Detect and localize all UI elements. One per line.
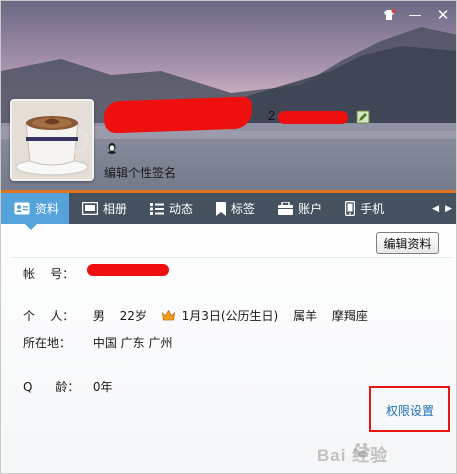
profile-window: — ✕ 2 编辑个性签名 资料 相册 动态 标签 账户 手机 ◀ ▶ 编辑资料 …: [0, 0, 457, 474]
coffee-cup-image: [12, 101, 92, 179]
tab-feed-label: 动态: [169, 202, 194, 216]
nickname-redaction: [103, 96, 253, 134]
profile-card-icon: [14, 202, 30, 215]
qage-row: Q 龄： 0年: [23, 378, 123, 395]
profile-banner: — ✕ 2 编辑个性签名: [1, 1, 456, 191]
feed-icon: [150, 202, 165, 215]
signature-edit[interactable]: 编辑个性签名: [104, 164, 176, 181]
age-value: 22岁: [119, 309, 147, 323]
tab-account-label: 账户: [298, 202, 323, 216]
skin-button[interactable]: [376, 1, 402, 29]
gender-value: 男: [92, 309, 105, 323]
qage-label: Q 龄：: [23, 380, 80, 394]
edit-pencil-icon[interactable]: [356, 110, 370, 124]
skin-icon: [384, 9, 396, 20]
tab-feed[interactable]: 动态: [137, 193, 203, 224]
crown-icon: [161, 310, 175, 321]
zodiac-value: 属羊: [293, 309, 318, 323]
location-label: 所在地：: [23, 336, 72, 350]
constellation-value: 摩羯座: [331, 309, 368, 323]
tab-phone-label: 手机: [360, 202, 385, 216]
tab-album[interactable]: 相册: [69, 193, 137, 224]
tab-album-label: 相册: [103, 202, 128, 216]
location-row: 所在地： 中国 广东 广州: [23, 334, 183, 351]
edit-profile-button[interactable]: 编辑资料: [376, 232, 439, 254]
tab-scroll-arrows: ◀ ▶: [432, 204, 456, 214]
online-status-icon[interactable]: [106, 142, 118, 154]
account-row: 帐 号：: [23, 265, 89, 282]
tab-account[interactable]: 账户: [265, 193, 332, 224]
qq-number-redaction: [278, 111, 348, 124]
permission-settings-link[interactable]: 权限设置: [386, 402, 434, 419]
watermark-text: Bai 经验: [317, 446, 389, 465]
personal-label: 个 人：: [23, 309, 75, 323]
minimize-button[interactable]: —: [402, 1, 428, 29]
scroll-right-icon[interactable]: ▶: [445, 204, 452, 214]
content-divider: [11, 257, 451, 258]
avatar[interactable]: [10, 99, 94, 181]
birthday-value: 1月3日(公历生日): [181, 309, 279, 323]
baidu-watermark: Bai 经验: [317, 435, 456, 473]
scroll-left-icon[interactable]: ◀: [432, 204, 439, 214]
photo-icon: [82, 202, 99, 215]
tab-phone[interactable]: 手机: [332, 193, 394, 224]
window-controls: — ✕: [376, 1, 456, 29]
tab-profile[interactable]: 资料: [1, 193, 70, 230]
profile-tabbar: 资料 相册 动态 标签 账户 手机 ◀ ▶: [1, 190, 456, 230]
bookmark-icon: [216, 201, 227, 216]
phone-icon: [345, 201, 356, 216]
location-value: 中国 广东 广州: [92, 336, 173, 350]
tab-tags[interactable]: 标签: [203, 193, 265, 224]
tab-tags-label: 标签: [231, 202, 256, 216]
qq-number: 2: [268, 108, 276, 123]
wallet-icon: [278, 202, 294, 215]
close-button[interactable]: ✕: [428, 1, 456, 29]
account-label: 帐 号：: [23, 267, 75, 281]
account-redaction: [87, 264, 169, 276]
tab-profile-label: 资料: [35, 202, 60, 216]
personal-row: 个 人： 男 22岁 1月3日(公历生日) 属羊 摩羯座: [23, 307, 379, 324]
qage-value: 0年: [92, 380, 113, 394]
